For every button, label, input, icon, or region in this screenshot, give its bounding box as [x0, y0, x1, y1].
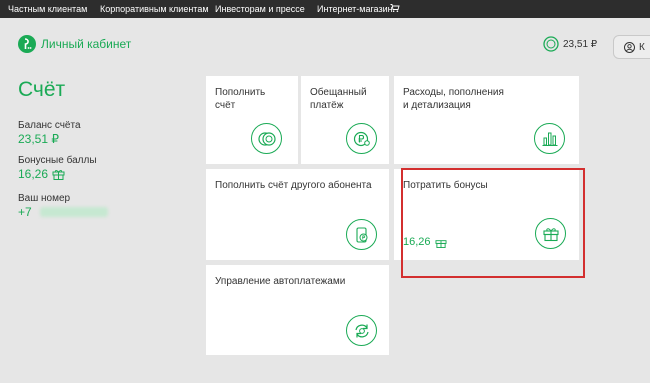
cart-icon[interactable] [390, 3, 400, 13]
phone-number-blurred [39, 207, 108, 217]
nav-private-clients[interactable]: Частным клиентам [8, 4, 87, 14]
card-spend-bonus[interactable]: Потратить бонусы 16,26 [394, 169, 579, 260]
gift-icon [52, 169, 65, 180]
bonus-label: Бонусные баллы [18, 155, 97, 166]
nav-corporate-clients[interactable]: Корпоративным клиентам [100, 4, 209, 14]
gift-box-icon [535, 218, 566, 249]
bonus-amount: 16,26 [18, 167, 49, 181]
phone-ruble-icon [346, 219, 377, 250]
phone-value: +7 [18, 205, 108, 219]
bonus-value: 16,26 [18, 167, 65, 181]
card-expenses[interactable]: Расходы, пополнения и детализация [394, 76, 579, 164]
balance-value: 23,51 ₽ [18, 132, 59, 146]
account-button[interactable]: К [613, 35, 650, 59]
card-expenses-title: Расходы, пополнения и детализация [403, 87, 504, 111]
header-balance-value: 23,51 ₽ [563, 38, 598, 50]
nav-online-shop[interactable]: Интернет-магазин [317, 4, 393, 14]
card-autopay[interactable]: Управление автоплатежами [206, 265, 389, 355]
bar-chart-icon [534, 123, 565, 154]
coin-icon [543, 36, 559, 52]
user-icon [624, 41, 635, 53]
card-autopay-title: Управление автоплатежами [215, 276, 346, 287]
account-button-label: К [639, 41, 645, 53]
card-spend-bonus-title: Потратить бонусы [403, 180, 488, 191]
gift-small-icon [435, 239, 447, 248]
coins-icon [251, 123, 282, 154]
nav-investors-press[interactable]: Инвесторам и прессе [215, 4, 305, 14]
phone-prefix: +7 [18, 205, 32, 219]
card-topup[interactable]: Пополнить счёт [206, 76, 298, 164]
autopay-refresh-icon [346, 315, 377, 346]
card-promised-title: Обещанный платёж [310, 87, 367, 111]
logo[interactable]: Личный кабинет [18, 35, 131, 53]
logo-icon [18, 35, 36, 53]
balance-label: Баланс счёта [18, 120, 81, 131]
card-spend-bonus-value: 16,26 [403, 236, 447, 248]
card-promised-payment[interactable]: Обещанный платёж [301, 76, 389, 164]
card-spend-bonus-amount: 16,26 [403, 236, 431, 248]
top-navigation: Частным клиентам Корпоративным клиентам … [0, 0, 650, 18]
page-title: Счёт [18, 78, 66, 101]
header-balance[interactable]: 23,51 ₽ [543, 36, 597, 52]
card-topup-other[interactable]: Пополнить счёт другого абонента [206, 169, 389, 260]
card-topup-title: Пополнить счёт [215, 87, 266, 111]
logo-text: Личный кабинет [41, 37, 132, 51]
ruble-coin-icon [346, 123, 377, 154]
card-topup-other-title: Пополнить счёт другого абонента [215, 180, 372, 191]
balance-amount: 23,51 ₽ [18, 132, 59, 146]
phone-label: Ваш номер [18, 193, 71, 204]
